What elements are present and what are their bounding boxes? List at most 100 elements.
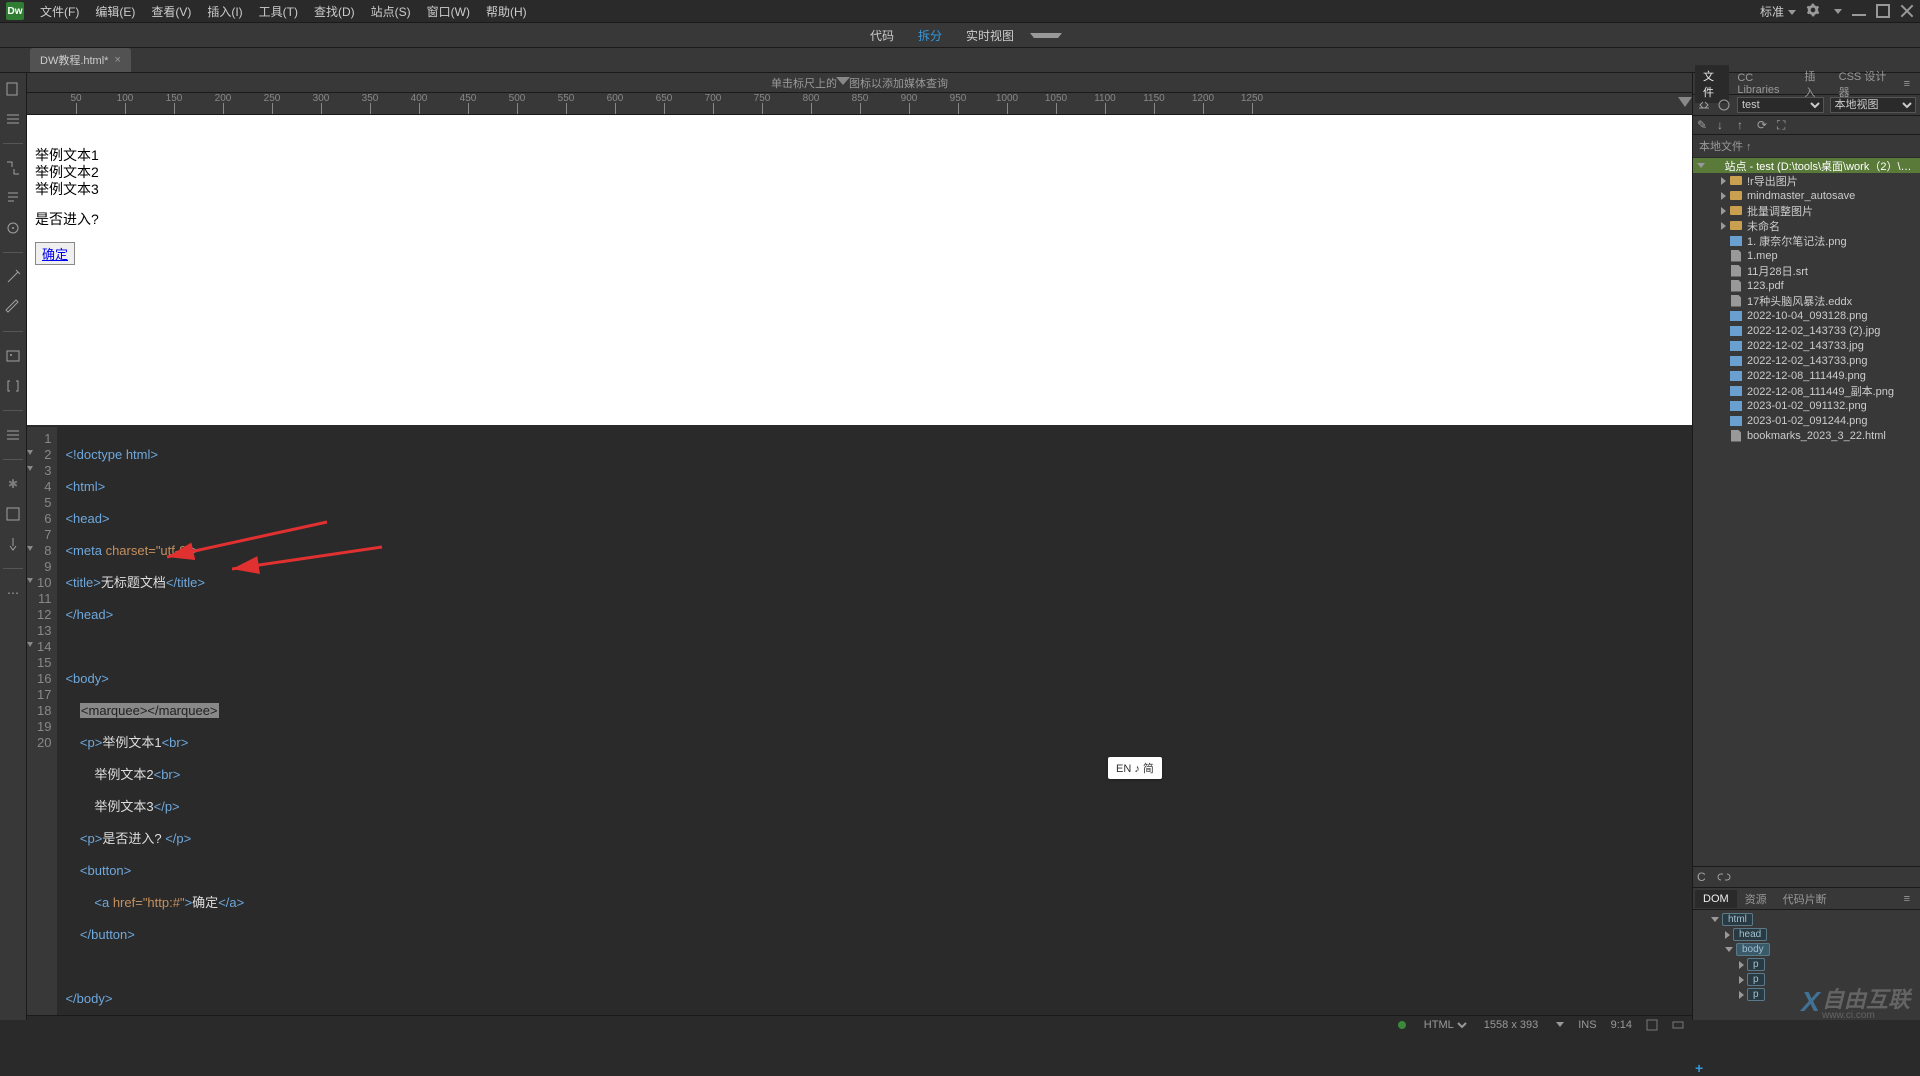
window-close-button[interactable] [1900, 4, 1914, 18]
file-row[interactable]: 1. 康奈尔笔记法.png [1693, 233, 1920, 248]
expand-icon[interactable] [5, 160, 21, 176]
status-ins[interactable]: INS [1578, 1019, 1596, 1031]
tab-dom[interactable]: DOM [1695, 890, 1737, 908]
view-live-button[interactable]: 实时视图 [954, 27, 1026, 44]
ruler-label: 800 [803, 93, 820, 104]
file-row[interactable]: 17种头脑风暴法.eddx [1693, 293, 1920, 308]
tab-resources[interactable]: 资源 [1737, 888, 1775, 910]
link-icon[interactable] [1717, 870, 1731, 884]
menu-site[interactable]: 站点(S) [363, 1, 419, 22]
view-code-button[interactable]: 代码 [858, 27, 906, 44]
tab-cclibraries[interactable]: CC Libraries [1729, 69, 1796, 99]
panel-menu-icon[interactable]: ≡ [1896, 75, 1918, 93]
file-row[interactable]: !r导出图片 [1693, 173, 1920, 188]
menu-tools[interactable]: 工具(T) [251, 1, 306, 22]
file-row[interactable]: mindmaster_autosave [1693, 188, 1920, 203]
view-mode-bar: 代码 拆分 实时视图 [0, 23, 1920, 48]
preview-confirm-button[interactable]: 确定 [35, 242, 75, 265]
ftp-icon[interactable] [1697, 98, 1711, 112]
file-name: 2022-10-04_093128.png [1747, 310, 1868, 322]
file-row[interactable]: 2022-12-02_143733.png [1693, 353, 1920, 368]
status-preview-icon[interactable] [1672, 1019, 1684, 1031]
brush-icon[interactable] [5, 299, 21, 315]
menu-help[interactable]: 帮助(H) [478, 1, 535, 22]
menu-window[interactable]: 窗口(W) [419, 1, 478, 22]
dom-node-html[interactable]: html [1697, 912, 1916, 927]
close-tab-icon[interactable]: × [114, 54, 120, 66]
wand-icon[interactable] [5, 269, 21, 285]
panel-menu-icon-2[interactable]: ≡ [1896, 890, 1918, 908]
file-row[interactable]: 2022-12-02_143733 (2).jpg [1693, 323, 1920, 338]
workspace-switcher[interactable]: 标准 [1760, 3, 1796, 20]
site-root-row[interactable]: 站点 - test (D:\tools\桌面\work（2）\work (... [1693, 158, 1920, 173]
live-view-pane[interactable]: 举例文本1 举例文本2 举例文本3 是否进入? 确定 [27, 115, 1692, 427]
ruler-label: 550 [558, 93, 575, 104]
image-icon[interactable] [5, 348, 21, 364]
dom-add-icon[interactable]: + [1695, 1060, 1703, 1076]
brackets-icon[interactable] [5, 378, 21, 394]
ruler-handle-icon[interactable] [1678, 97, 1692, 111]
dom-node-p-1[interactable]: p [1697, 957, 1916, 972]
pin-icon[interactable] [5, 536, 21, 552]
status-overlay-icon[interactable] [1646, 1019, 1658, 1031]
gear-icon[interactable] [1806, 3, 1820, 20]
dom-node-body[interactable]: body [1697, 942, 1916, 957]
file-row[interactable]: 未命名 [1693, 218, 1920, 233]
files-header[interactable]: 本地文件 ↑ [1693, 135, 1920, 158]
file-row[interactable]: 2022-12-08_111449_副本.png [1693, 383, 1920, 398]
menu-view[interactable]: 查看(V) [143, 1, 199, 22]
site-select[interactable]: test [1737, 97, 1824, 113]
file-name: 2023-01-02_091244.png [1747, 415, 1868, 427]
pencil-icon[interactable]: ✎ [1697, 118, 1711, 132]
preview-confirm-link[interactable]: 确定 [42, 247, 68, 262]
menu-find[interactable]: 查找(D) [306, 1, 363, 22]
media-query-bar[interactable]: 单击标尺上的 图标以添加媒体查询 [27, 73, 1692, 93]
gear-dropdown-icon[interactable] [1834, 9, 1842, 14]
view-select[interactable]: 本地视图 [1830, 97, 1917, 113]
expand-panel-icon[interactable]: ⛶ [1777, 118, 1791, 132]
down-arrow-icon[interactable]: ↓ [1717, 118, 1731, 132]
sync-icon[interactable]: C [1697, 870, 1711, 884]
view-live-dropdown-icon[interactable] [1030, 33, 1062, 38]
tab-snippets[interactable]: 代码片断 [1775, 888, 1835, 910]
file-row[interactable]: 2022-12-08_111449.png [1693, 368, 1920, 383]
dom-node-head[interactable]: head [1697, 927, 1916, 942]
menu-insert[interactable]: 插入(I) [199, 1, 250, 22]
view-split-button[interactable]: 拆分 [906, 27, 954, 44]
target-icon[interactable] [5, 220, 21, 236]
code-content[interactable]: <!doctype html> <html> <head> <meta char… [57, 427, 244, 1020]
more-icon[interactable]: ⋯ [5, 585, 21, 601]
document-tab[interactable]: DW教程.html* × [30, 48, 131, 72]
file-row[interactable]: bookmarks_2023_3_22.html [1693, 428, 1920, 443]
refresh-icon[interactable]: ⟳ [1757, 118, 1771, 132]
ruler[interactable]: 5010015020025030035040045050055060065070… [27, 93, 1692, 115]
file-row[interactable]: 2023-01-02_091132.png [1693, 398, 1920, 413]
status-lang-select[interactable]: HTML [1420, 1018, 1470, 1032]
window-minimize-button[interactable] [1852, 2, 1866, 16]
color-icon[interactable] [5, 506, 21, 522]
status-bar: HTML 1558 x 393 INS 9:14 [27, 1015, 1692, 1033]
window-maximize-button[interactable] [1876, 4, 1890, 18]
file-row[interactable]: 2022-12-02_143733.jpg [1693, 338, 1920, 353]
file-row[interactable]: 123.pdf [1693, 278, 1920, 293]
ime-indicator[interactable]: EN ♪ 简 [1108, 757, 1162, 779]
menu-file[interactable]: 文件(F) [32, 1, 87, 22]
file-row[interactable]: 2023-01-02_091244.png [1693, 413, 1920, 428]
toggle-icon[interactable] [5, 111, 21, 127]
file-manage-icon[interactable] [5, 81, 21, 97]
file-row[interactable]: 2022-10-04_093128.png [1693, 308, 1920, 323]
format-icon[interactable] [5, 190, 21, 206]
file-row[interactable]: 1.mep [1693, 248, 1920, 263]
code-view-pane[interactable]: 1234567891011121314151617181920 <!doctyp… [27, 427, 1692, 1020]
menu-edit[interactable]: 编辑(E) [87, 1, 143, 22]
list-icon[interactable] [5, 427, 21, 443]
file-row[interactable]: 批量调整图片 [1693, 203, 1920, 218]
file-name: 2022-12-02_143733 (2).jpg [1747, 325, 1880, 337]
file-row[interactable]: 11月28日.srt [1693, 263, 1920, 278]
file-tree[interactable]: 站点 - test (D:\tools\桌面\work（2）\work (...… [1693, 158, 1920, 866]
dims-dropdown-icon[interactable] [1556, 1022, 1564, 1027]
cloud-icon[interactable] [1717, 98, 1731, 112]
up-arrow-icon[interactable]: ↑ [1737, 118, 1751, 132]
ruler-label: 250 [264, 93, 281, 104]
snowflake-icon[interactable]: ✱ [5, 476, 21, 492]
